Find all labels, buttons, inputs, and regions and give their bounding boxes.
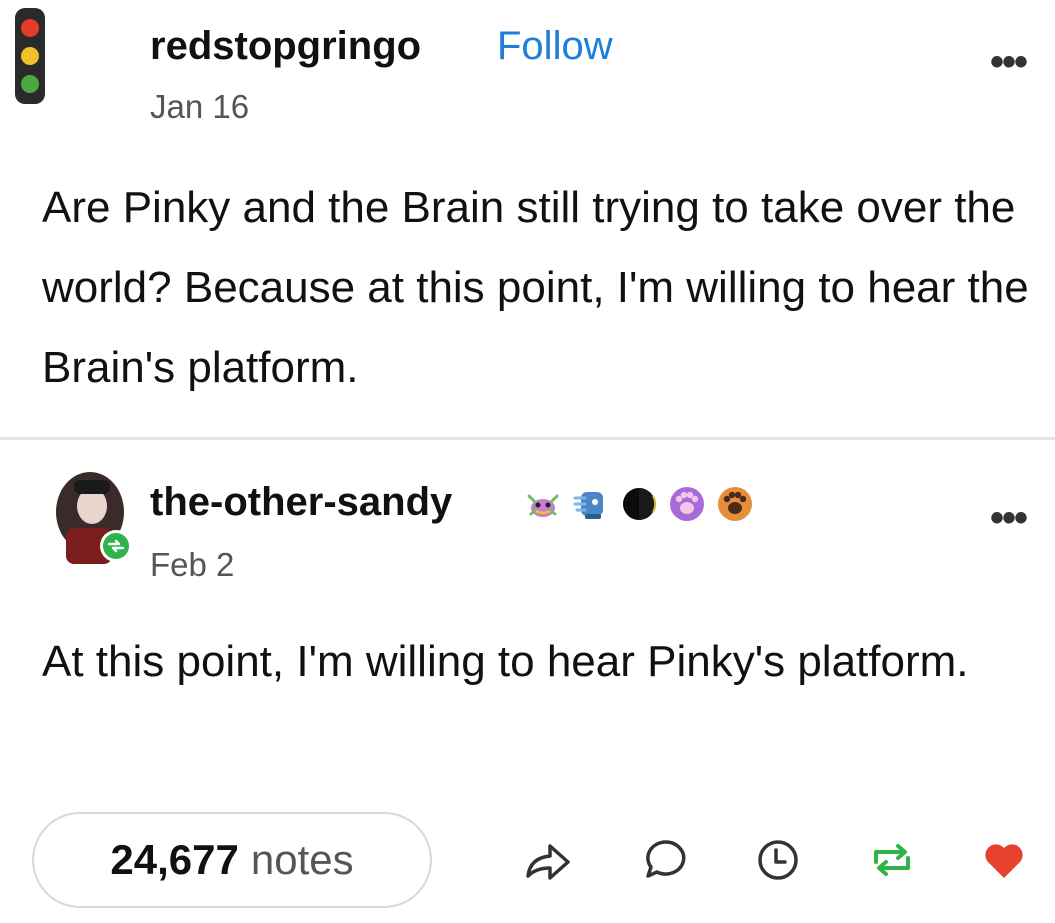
blue-creature-icon[interactable] xyxy=(571,484,611,524)
reblog-text: At this point, I'm willing to hear Pinky… xyxy=(42,637,969,686)
user-badges xyxy=(523,482,755,526)
original-post-date[interactable]: Jan 16 xyxy=(150,88,249,126)
crab-icon[interactable] xyxy=(523,484,563,524)
notes-button[interactable]: 24,677 notes xyxy=(32,812,432,908)
traffic-light-icon[interactable] xyxy=(8,6,52,106)
clock-icon[interactable] xyxy=(752,834,804,886)
heart-icon[interactable] xyxy=(978,834,1030,886)
reblog-more-options-button[interactable]: ••• xyxy=(990,496,1028,541)
tumblr-post-screenshot: redstopgringo Follow Jan 16 ••• Are Pink… xyxy=(0,0,1055,923)
black-circle-icon[interactable] xyxy=(619,484,659,524)
reply-icon[interactable] xyxy=(640,834,692,886)
orange-paw-icon[interactable] xyxy=(715,484,755,524)
reblog-icon[interactable] xyxy=(866,834,918,886)
reblog-divider xyxy=(0,437,1055,440)
reblogger-username[interactable]: the-other-sandy xyxy=(150,480,452,525)
share-icon[interactable] xyxy=(522,834,574,886)
avatar[interactable] xyxy=(50,470,136,568)
follow-button[interactable]: Follow xyxy=(497,24,613,69)
notes-count: 24,677 xyxy=(110,836,239,883)
purple-paw-icon[interactable] xyxy=(667,484,707,524)
more-options-button[interactable]: ••• xyxy=(990,40,1028,85)
reblog-date[interactable]: Feb 2 xyxy=(150,546,234,584)
original-post-text: Are Pinky and the Brain still trying to … xyxy=(42,183,1029,392)
notes-label: notes xyxy=(250,836,354,883)
original-poster-username[interactable]: redstopgringo xyxy=(150,24,421,69)
